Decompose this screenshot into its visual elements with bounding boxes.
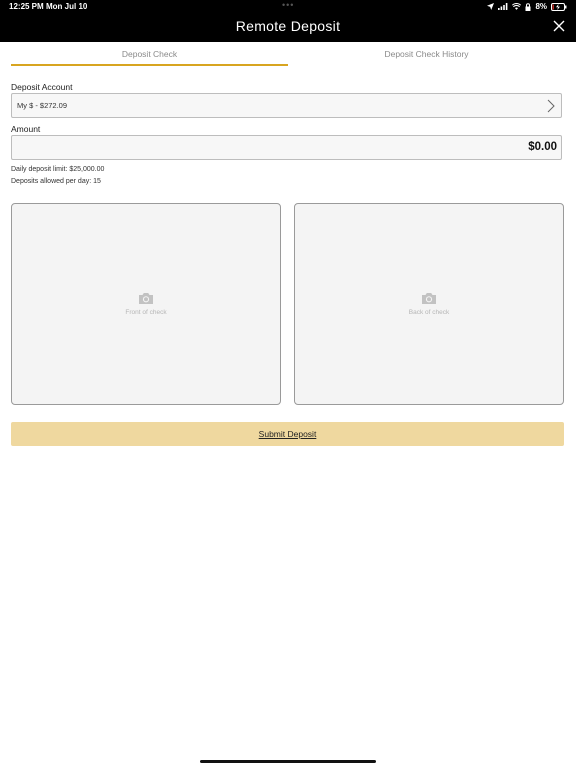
deposit-account-value: My $ - $272.09 bbox=[17, 101, 68, 110]
location-icon bbox=[487, 3, 495, 10]
wifi-icon bbox=[512, 3, 522, 10]
back-of-check-label: Back of check bbox=[408, 309, 450, 316]
tab-deposit-check-history[interactable]: Deposit Check History bbox=[288, 42, 565, 66]
close-icon[interactable] bbox=[552, 19, 566, 33]
submit-deposit-button[interactable]: Submit Deposit bbox=[11, 422, 564, 446]
front-of-check-label: Front of check bbox=[125, 309, 167, 316]
battery-charging-icon bbox=[551, 2, 567, 11]
deposit-account-label: Deposit Account bbox=[11, 82, 73, 92]
chevron-right-icon bbox=[547, 99, 555, 113]
status-date: Mon Jul 10 bbox=[46, 2, 88, 11]
page-title: Remote Deposit bbox=[235, 18, 341, 34]
back-of-check-capture[interactable]: Back of check bbox=[294, 203, 564, 405]
camera-icon bbox=[422, 293, 436, 304]
front-of-check-capture[interactable]: Front of check bbox=[11, 203, 281, 405]
amount-label: Amount bbox=[11, 124, 41, 134]
active-tab-indicator bbox=[11, 64, 288, 66]
battery-percent: 8% bbox=[535, 2, 547, 11]
home-indicator[interactable] bbox=[200, 760, 376, 763]
signal-icon bbox=[498, 3, 508, 10]
multitasking-dots-icon[interactable]: ••• bbox=[282, 0, 294, 10]
lock-rotation-icon bbox=[525, 2, 531, 11]
deposit-account-select[interactable]: My $ - $272.09 bbox=[11, 93, 562, 118]
daily-limit-text: Daily deposit limit: $25,000.00 bbox=[11, 166, 105, 173]
amount-value: $0.00 bbox=[528, 141, 557, 153]
top-bar: 12:25 PM Mon Jul 10 ••• 8% Remote Deposi… bbox=[0, 0, 576, 42]
status-indicators: 8% bbox=[487, 2, 567, 11]
camera-icon bbox=[139, 293, 153, 304]
status-time: 12:25 PM bbox=[9, 2, 44, 11]
deposits-per-day-text: Deposits allowed per day: 15 bbox=[11, 178, 101, 185]
amount-input[interactable]: $0.00 bbox=[11, 135, 562, 160]
tab-deposit-check[interactable]: Deposit Check bbox=[11, 42, 288, 66]
